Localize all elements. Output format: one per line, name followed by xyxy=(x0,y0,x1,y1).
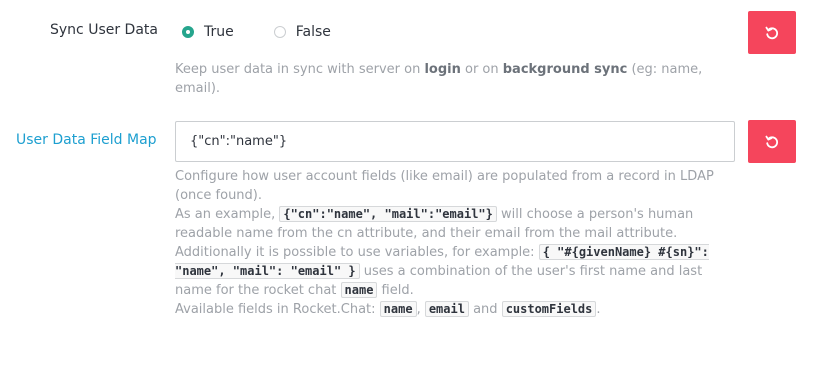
radio-false[interactable] xyxy=(273,26,286,38)
hint-example: As an example, {"cn":"name", "mail":"ema… xyxy=(175,205,735,300)
user-data-field-map-input[interactable] xyxy=(175,121,735,162)
field-customfields-code: customFields xyxy=(501,301,597,317)
field-name-code: name xyxy=(379,301,417,317)
hint-text: Available fields in Rocket.Chat: xyxy=(175,302,380,317)
hint-bold-background-sync: background sync xyxy=(502,62,628,77)
radio-true-label[interactable]: True xyxy=(204,24,234,40)
radio-false-label[interactable]: False xyxy=(296,24,331,40)
reset-icon xyxy=(765,135,779,148)
sync-user-data-reset-button[interactable] xyxy=(748,11,796,54)
hint-bold-login: login xyxy=(424,62,461,77)
radio-true[interactable] xyxy=(182,26,194,38)
example-code: {"cn":"name", "mail":"email"} xyxy=(279,206,497,222)
hint-text: , xyxy=(416,302,425,317)
hint-text: . xyxy=(596,302,601,317)
hint-configure: Configure how user account fields (like … xyxy=(175,169,714,203)
hint-text: or on xyxy=(460,62,503,77)
name-code: name xyxy=(340,282,378,298)
field-email-code: email xyxy=(424,301,469,317)
hint-text: Keep user data in sync with server on xyxy=(175,62,425,77)
reset-icon xyxy=(765,26,779,39)
hint-text: field. xyxy=(377,283,414,298)
user-data-field-map-label: User Data Field Map xyxy=(16,132,157,148)
sync-user-data-label: Sync User Data xyxy=(50,22,158,38)
hint-text: and xyxy=(468,302,502,317)
sync-user-data-options: True False xyxy=(182,24,331,40)
hint-text: As an example, xyxy=(175,207,280,222)
hint-available-fields: Available fields in Rocket.Chat: name, e… xyxy=(175,300,735,319)
user-data-field-map-reset-button[interactable] xyxy=(748,120,796,163)
sync-user-data-hint: Keep user data in sync with server on lo… xyxy=(175,60,735,98)
user-data-field-map-hint: Configure how user account fields (like … xyxy=(175,167,735,319)
